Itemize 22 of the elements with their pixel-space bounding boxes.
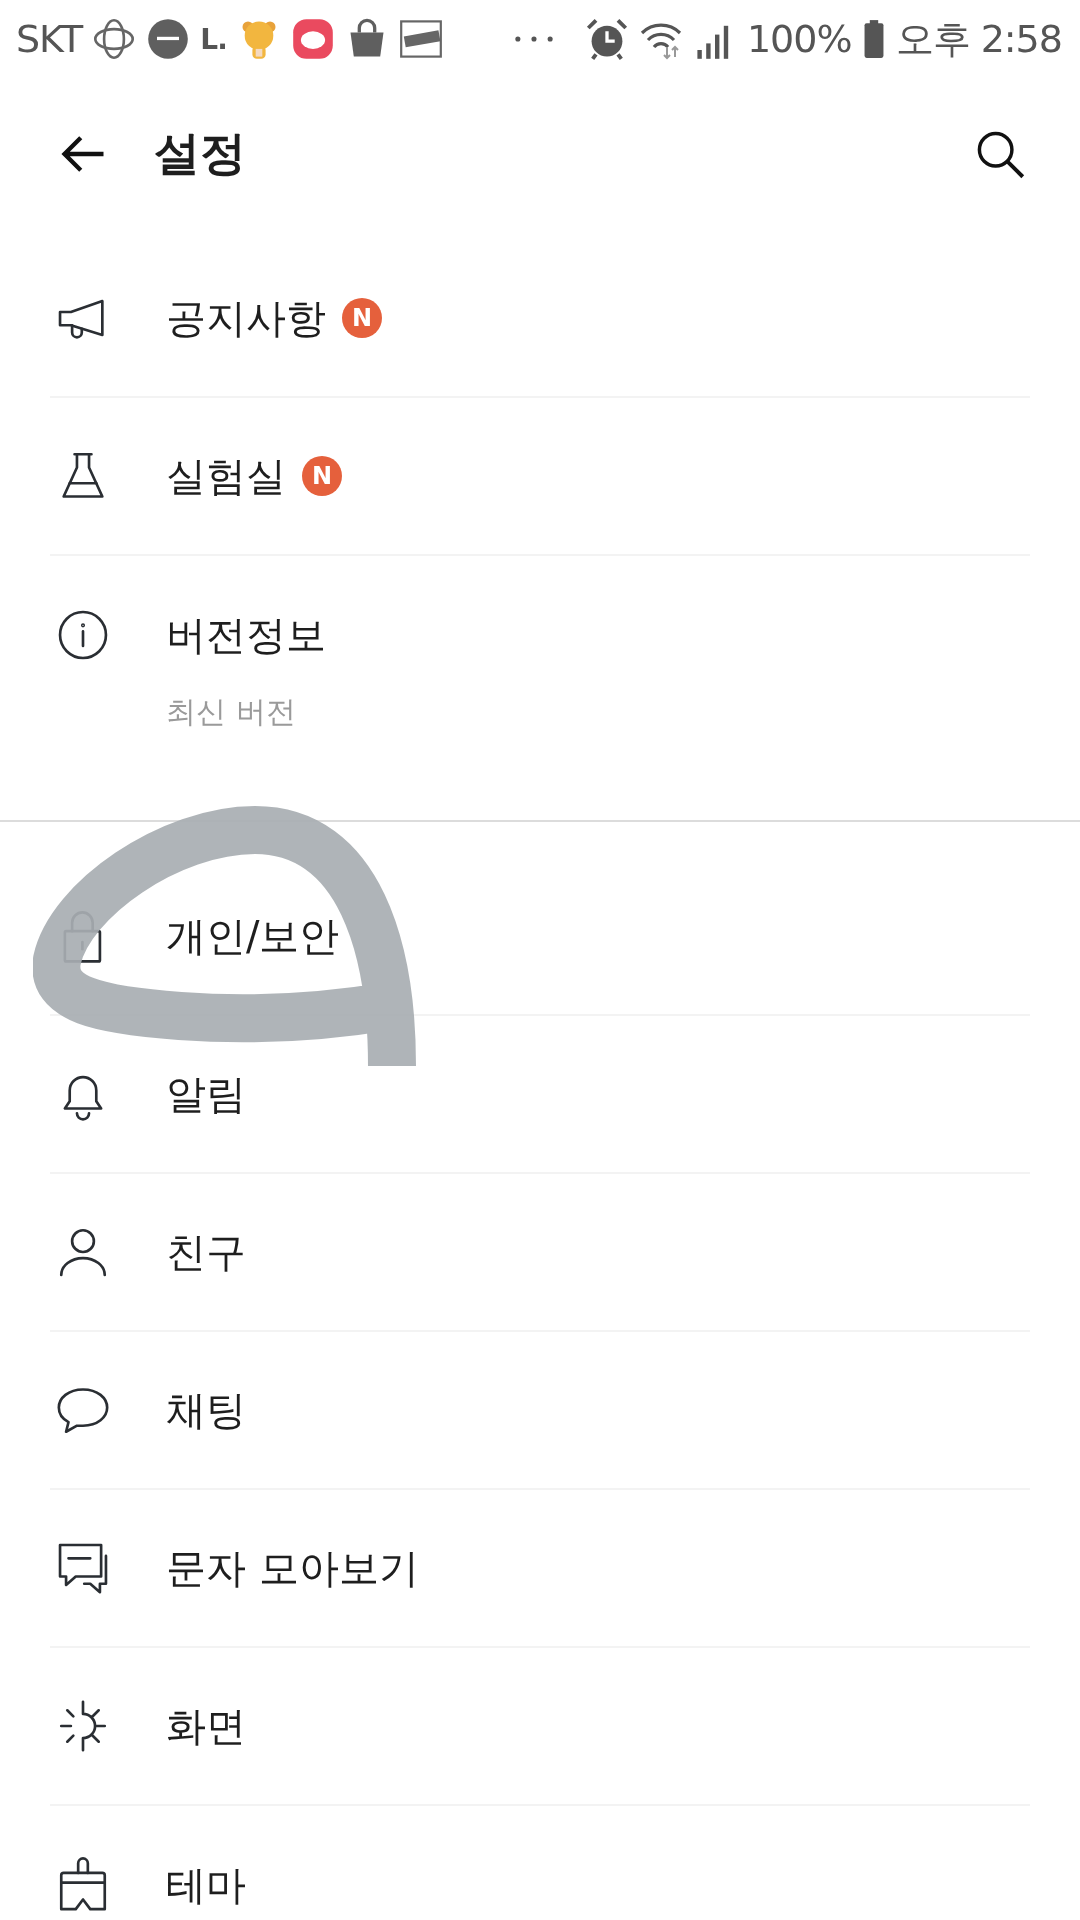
menu-item[interactable]: 개인/보안 bbox=[166, 908, 340, 964]
menu-item[interactable]: 채팅 bbox=[166, 1382, 246, 1438]
menu-item[interactable]: 실험실 bbox=[166, 448, 286, 504]
menu-item[interactable]: 친구 bbox=[166, 1224, 246, 1280]
battery-percentage: 100% bbox=[746, 17, 852, 61]
page-title: 설정 bbox=[154, 125, 246, 182]
menu-item[interactable]: 공지사항 bbox=[166, 290, 326, 346]
cloud-app-icon bbox=[290, 17, 335, 61]
app-icon bbox=[146, 17, 191, 61]
menu-item[interactable]: 버전정보 bbox=[166, 607, 326, 663]
app-label: L. bbox=[200, 22, 227, 56]
menu-item[interactable]: 알림 bbox=[166, 1066, 246, 1122]
menu-item[interactable]: 화면 bbox=[166, 1698, 246, 1754]
new-badge: N bbox=[302, 456, 342, 496]
clock: 오후 2:58 bbox=[895, 15, 1062, 63]
globe-icon bbox=[92, 17, 137, 61]
menu-item[interactable]: 테마 bbox=[166, 1857, 246, 1913]
menu-item[interactable]: 문자 모아보기 bbox=[166, 1540, 419, 1596]
version-status: 최신 버전 bbox=[166, 693, 297, 731]
carrier-label: SKT bbox=[16, 17, 83, 61]
alarm-icon bbox=[584, 17, 629, 61]
new-badge: N bbox=[342, 298, 382, 338]
